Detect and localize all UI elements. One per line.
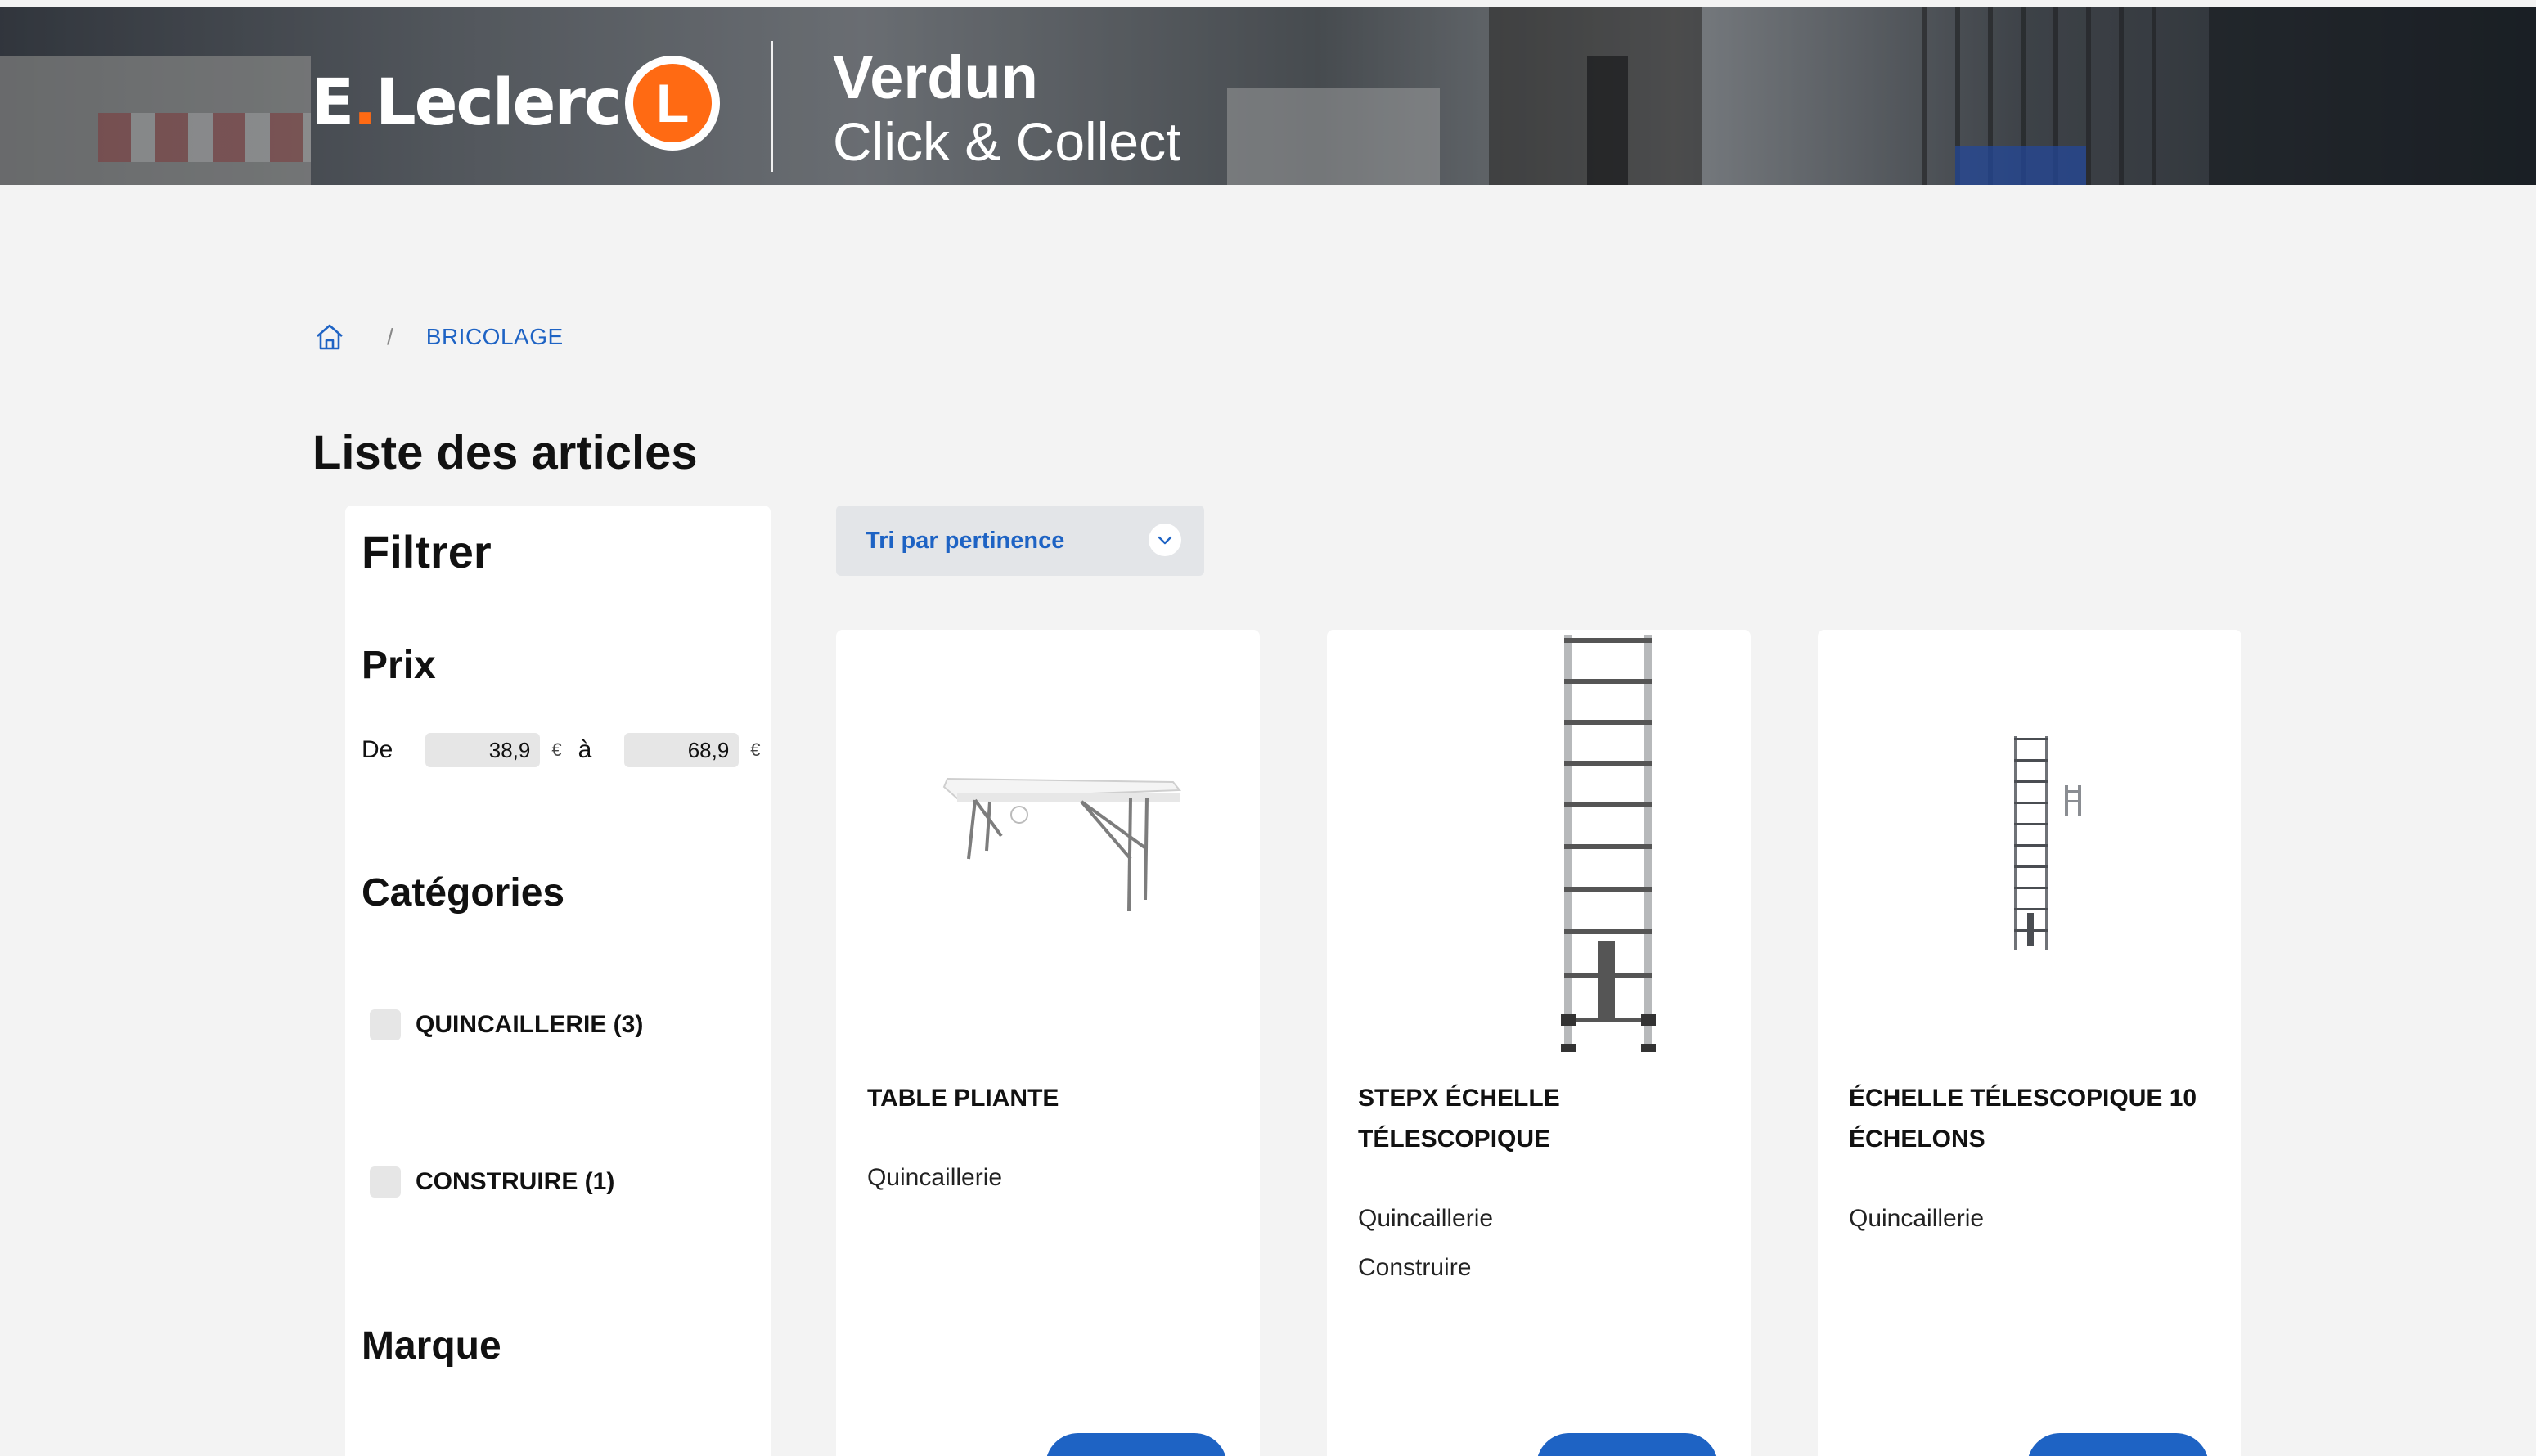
store-city: Verdun (833, 43, 1038, 111)
category-label: QUINCAILLERIE (3) (416, 1011, 644, 1038)
header-banner: E.Leclerc L Verdun Click & Collect (0, 7, 2536, 185)
product-card[interactable]: TABLE PLIANTE Quincaillerie (836, 630, 1260, 1456)
product-category: Quincaillerie (1849, 1205, 1985, 1232)
category-label: CONSTRUIRE (1) (416, 1168, 615, 1195)
currency-label: € (750, 739, 761, 760)
product-category: Quincaillerie (1358, 1205, 1494, 1232)
category-filter-title: Catégories (362, 871, 565, 914)
add-to-cart-button[interactable] (2027, 1433, 2209, 1456)
store-info: Verdun Click & Collect (833, 43, 1181, 173)
brand-logo-link[interactable]: E.Leclerc L (311, 56, 721, 151)
category-option-construire[interactable]: CONSTRUIRE (1) (370, 1166, 614, 1198)
sort-selected-value: Tri par pertinence (866, 527, 1065, 554)
product-name[interactable]: ÉCHELLE TÉLESCOPIQUE 10 ÉCHELONS (1849, 1078, 2209, 1160)
add-to-cart-button[interactable] (1536, 1433, 1718, 1456)
product-category: Quincaillerie (867, 1164, 1003, 1191)
category-option-quincaillerie[interactable]: QUINCAILLERIE (3) (370, 1009, 643, 1040)
filter-panel: Filtrer Prix De 38,9 € à 68,9 € Catégori… (345, 506, 771, 1456)
header-divider (771, 41, 773, 172)
leclerc-logo-icon: L (625, 56, 721, 151)
price-min-input[interactable]: 38,9 (425, 733, 541, 767)
category-checkbox[interactable] (370, 1166, 401, 1198)
breadcrumb-separator: / (387, 324, 393, 349)
breadcrumb-item-bricolage[interactable]: BRICOLAGE (426, 324, 564, 350)
product-name[interactable]: TABLE PLIANTE (867, 1078, 1227, 1119)
home-icon[interactable] (313, 321, 346, 353)
price-to-label: à (578, 736, 592, 763)
product-category: Construire (1358, 1254, 1472, 1281)
price-from-label: De (362, 736, 393, 763)
telescopic-ladder-image[interactable] (1327, 630, 1751, 1055)
page-title: Liste des articles (313, 426, 698, 479)
price-max-input[interactable]: 68,9 (624, 733, 740, 767)
chevron-down-icon (1149, 524, 1181, 556)
folding-table-image[interactable] (836, 630, 1260, 1055)
product-categories: Quincaillerie Construire (1358, 1194, 1493, 1292)
product-card[interactable]: ÉCHELLE TÉLESCOPIQUE 10 ÉCHELONS Quincai… (1818, 630, 2241, 1456)
filter-title: Filtrer (362, 526, 492, 577)
store-service: Click & Collect (833, 111, 1181, 172)
category-checkbox[interactable] (370, 1009, 401, 1040)
currency-label: € (551, 739, 562, 760)
product-categories: Quincaillerie (867, 1153, 1002, 1202)
brand-wordmark: E.Leclerc (311, 66, 622, 140)
product-card[interactable]: STEPX ÉCHELLE TÉLESCOPIQUE Quincaillerie… (1327, 630, 1751, 1456)
logo-letter: L (633, 64, 713, 142)
add-to-cart-button[interactable] (1045, 1433, 1227, 1456)
brand-filter-title: Marque (362, 1324, 501, 1368)
price-range: De 38,9 € à 68,9 € (362, 733, 761, 767)
telescopic-ladder-small-image[interactable] (1818, 630, 2241, 1055)
product-categories: Quincaillerie (1849, 1194, 1984, 1243)
product-name[interactable]: STEPX ÉCHELLE TÉLESCOPIQUE (1358, 1078, 1718, 1160)
sort-dropdown[interactable]: Tri par pertinence (836, 506, 1204, 576)
breadcrumb: / BRICOLAGE (313, 321, 564, 353)
price-filter-title: Prix (362, 644, 436, 687)
